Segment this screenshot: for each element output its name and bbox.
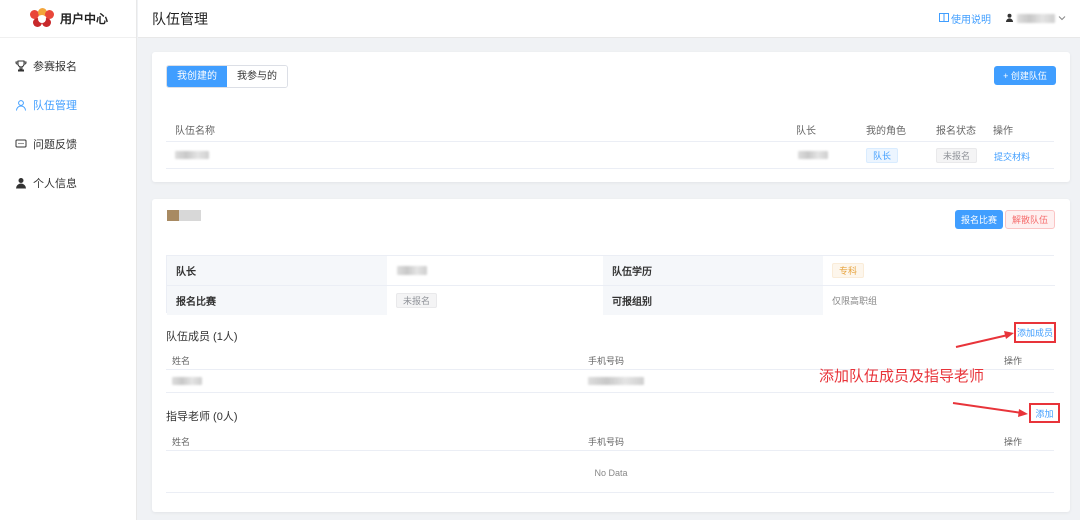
annotation-text: 添加队伍成员及指导老师: [819, 368, 985, 385]
sidebar-item-signup[interactable]: 参赛报名: [0, 46, 136, 85]
col-team-name: 队伍名称: [175, 126, 215, 137]
tab-joined[interactable]: 我参与的: [227, 66, 287, 87]
edu-value: 专科: [823, 256, 1055, 285]
table-divider: [166, 392, 1054, 393]
empty-state: No Data: [594, 468, 628, 478]
sidebar-item-label: 队伍管理: [33, 99, 77, 112]
chat-icon: [15, 138, 27, 150]
col-name: 姓名: [172, 356, 191, 366]
add-teacher-button[interactable]: 添加: [1035, 407, 1053, 420]
team-list-card: 我创建的 我参与的 + 创建队伍 队伍名称 队长 我的角色 报名状态 操作 队长…: [152, 52, 1070, 182]
col-phone: 手机号码: [588, 437, 625, 447]
member-phone-redacted: [588, 377, 644, 385]
teachers-title: 指导老师 (0人): [166, 411, 238, 423]
contest-label: 报名比赛: [167, 286, 387, 315]
header-right: 使用说明: [939, 11, 1066, 26]
col-my-role: 我的角色: [866, 126, 906, 137]
header: 队伍管理 使用说明: [138, 0, 1080, 38]
status-badge: 未报名: [936, 148, 978, 163]
group-label: 可报组别: [603, 286, 823, 315]
brand[interactable]: 用户中心: [0, 0, 136, 38]
add-teacher-highlight: 添加: [1029, 403, 1060, 423]
info-row: 队长 队伍学历 专科: [167, 256, 1055, 285]
team-tabs: 我创建的 我参与的: [166, 65, 288, 88]
edu-label: 队伍学历: [603, 256, 823, 285]
role-badge: 队长: [866, 148, 899, 163]
captain-name-redacted: [798, 151, 828, 159]
help-link-label: 使用说明: [951, 15, 991, 26]
book-icon: [939, 12, 949, 25]
team-detail-card: 报名比赛 解散队伍 队长 队伍学历 专科 报名比赛 未报名 可报组别 仅限高职组…: [152, 199, 1070, 512]
add-member-highlight: 添加成员: [1014, 322, 1056, 343]
sidebar: 用户中心 参赛报名 队伍管理 问题反馈 个人信息: [0, 0, 137, 520]
sidebar-item-label: 个人信息: [33, 177, 77, 190]
table-divider: [166, 492, 1054, 493]
logo-icon: [30, 7, 54, 30]
edu-badge: 专科: [832, 263, 865, 278]
table-divider: [166, 168, 1054, 169]
col-phone: 手机号码: [588, 356, 625, 366]
col-actions: 操作: [993, 126, 1013, 137]
add-member-button[interactable]: 添加成员: [1017, 326, 1053, 339]
col-name: 姓名: [172, 437, 191, 447]
person-icon: [1005, 13, 1014, 25]
user-menu[interactable]: [1005, 13, 1066, 25]
chevron-down-icon: [1058, 13, 1066, 24]
signup-contest-button[interactable]: 报名比赛: [955, 210, 1003, 229]
team-info-grid: 队长 队伍学历 专科 报名比赛 未报名 可报组别 仅限高职组: [166, 255, 1055, 315]
members-title: 队伍成员 (1人): [166, 331, 238, 343]
team-avatar: [167, 210, 201, 221]
col-actions: 操作: [1004, 356, 1023, 366]
col-captain: 队长: [796, 126, 816, 137]
username-redacted: [1017, 14, 1055, 23]
sidebar-item-label: 参赛报名: [33, 60, 77, 73]
brand-title: 用户中心: [60, 12, 109, 26]
group-value: 仅限高职组: [823, 286, 1055, 315]
trophy-icon: [15, 60, 27, 72]
sidebar-menu: 参赛报名 队伍管理 问题反馈 个人信息: [0, 46, 136, 202]
dissolve-team-button[interactable]: 解散队伍: [1005, 210, 1055, 229]
sidebar-item-label: 问题反馈: [33, 138, 77, 151]
team-name-redacted: [175, 151, 209, 159]
captain-value: [387, 256, 603, 285]
contest-badge: 未报名: [396, 293, 438, 308]
submit-materials-link[interactable]: 提交材料: [994, 150, 1030, 163]
create-team-button[interactable]: + 创建队伍: [994, 66, 1056, 85]
col-actions: 操作: [1004, 437, 1023, 447]
table-divider: [166, 141, 1054, 142]
captain-label: 队长: [167, 256, 387, 285]
help-link[interactable]: 使用说明: [939, 11, 991, 26]
person-icon: [15, 177, 27, 189]
col-status: 报名状态: [936, 126, 976, 137]
contest-value: 未报名: [387, 286, 603, 315]
page-title: 队伍管理: [152, 10, 208, 27]
sidebar-item-feedback[interactable]: 问题反馈: [0, 124, 136, 163]
table-divider: [166, 450, 1054, 451]
member-name-redacted: [172, 377, 202, 385]
info-row: 报名比赛 未报名 可报组别 仅限高职组: [167, 285, 1055, 315]
sidebar-item-profile[interactable]: 个人信息: [0, 163, 136, 202]
captain-value-redacted: [397, 266, 427, 275]
user-icon: [15, 99, 27, 111]
tab-created[interactable]: 我创建的: [167, 66, 227, 87]
sidebar-item-team[interactable]: 队伍管理: [0, 85, 136, 124]
